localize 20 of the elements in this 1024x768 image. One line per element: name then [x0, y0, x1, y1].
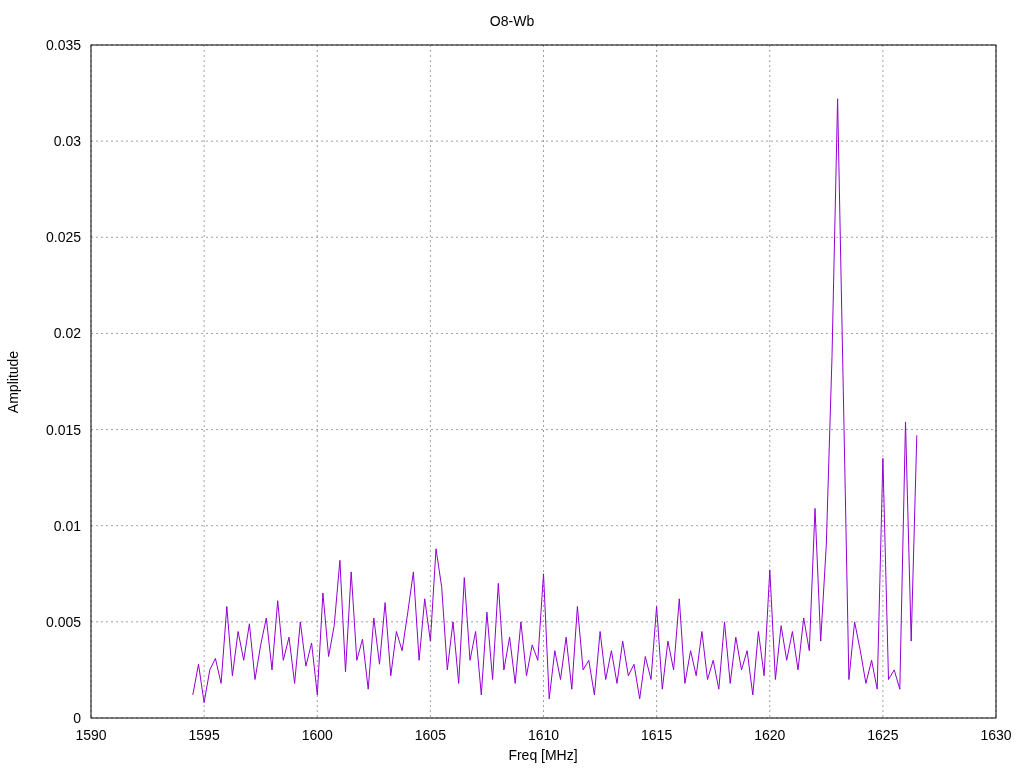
x-tick-label: 1590 — [75, 727, 107, 743]
x-tick-label: 1630 — [980, 727, 1012, 743]
chart-title: O8-Wb — [489, 13, 535, 29]
x-tick-label: 1620 — [754, 727, 786, 743]
y-tick-label: 0 — [73, 710, 81, 726]
y-tick-label: 0.01 — [53, 517, 81, 534]
y-tick-label: 0.03 — [53, 133, 81, 150]
y-tick-label: 0.035 — [45, 37, 81, 53]
x-tick-label: 1600 — [301, 727, 333, 743]
x-tick-label: 1595 — [188, 727, 220, 743]
y-axis-label: Amplitude — [5, 350, 21, 414]
y-tick-label: 0.02 — [53, 325, 81, 342]
x-axis-label: Freq [MHz] — [508, 747, 578, 763]
x-tick-label: 1625 — [867, 727, 899, 743]
x-tick-label: 1610 — [527, 727, 560, 743]
y-tick-label: 0.005 — [45, 613, 81, 630]
y-tick-label: 0.015 — [45, 421, 81, 438]
x-tick-label: 1615 — [641, 727, 673, 743]
x-tick-label: 1605 — [414, 727, 446, 743]
y-tick-label: 0.025 — [45, 229, 81, 246]
